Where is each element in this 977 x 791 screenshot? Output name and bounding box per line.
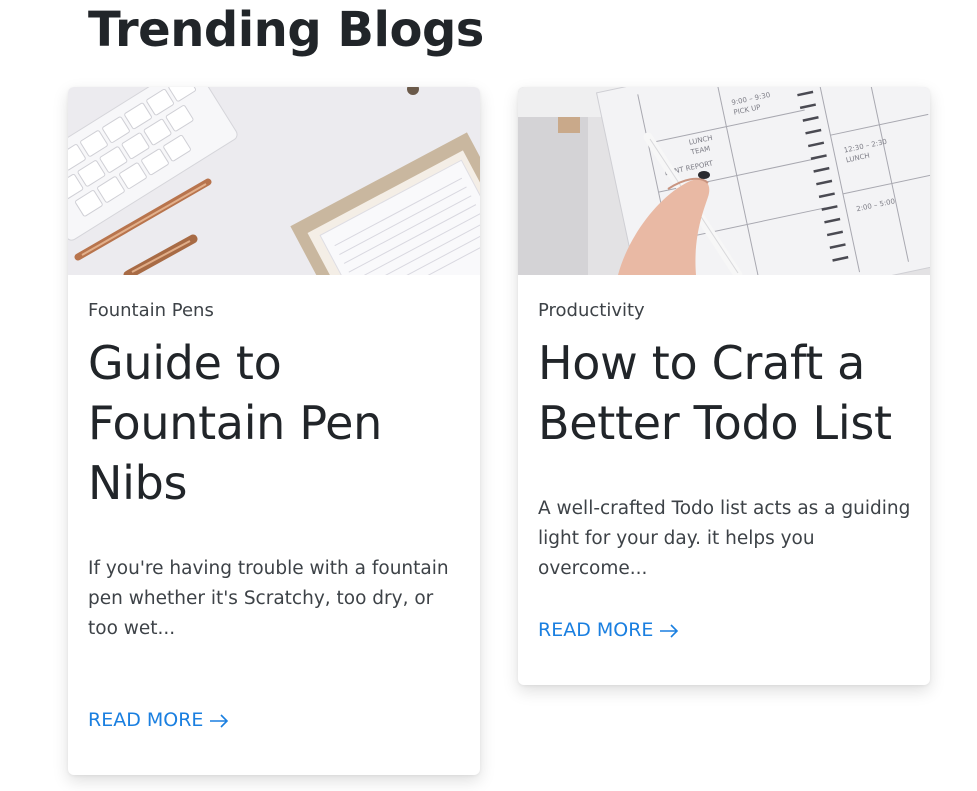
card-category: Fountain Pens — [88, 300, 214, 321]
card-excerpt: A well-crafted Todo list acts as a guidi… — [538, 498, 911, 579]
card-title[interactable]: How to Craft a Better Todo List — [538, 333, 918, 453]
page-title: Trending Blogs — [88, 2, 484, 58]
desk-keyboard-pens-image[interactable] — [68, 87, 480, 275]
read-more-link[interactable]: READ MORE — [538, 618, 679, 644]
arrow-right-icon — [209, 710, 229, 734]
card-title[interactable]: Guide to Fountain Pen Nibs — [88, 333, 468, 513]
card-excerpt: If you're having trouble with a fountain… — [88, 558, 449, 639]
read-more-label: READ MORE — [538, 619, 654, 641]
read-more-label: READ MORE — [88, 709, 204, 731]
read-more-link[interactable]: READ MORE — [88, 708, 229, 734]
blog-card-productivity[interactable]: 9:00 – 9:30 PICK UP LUNCH TEAM DENT REPO… — [518, 87, 930, 685]
card-category: Productivity — [538, 300, 645, 321]
blog-card-fountain-pens[interactable]: Fountain Pens Guide to Fountain Pen Nibs… — [68, 87, 480, 775]
arrow-right-icon — [659, 620, 679, 644]
planner-hand-pen-image[interactable]: 9:00 – 9:30 PICK UP LUNCH TEAM DENT REPO… — [518, 87, 930, 275]
